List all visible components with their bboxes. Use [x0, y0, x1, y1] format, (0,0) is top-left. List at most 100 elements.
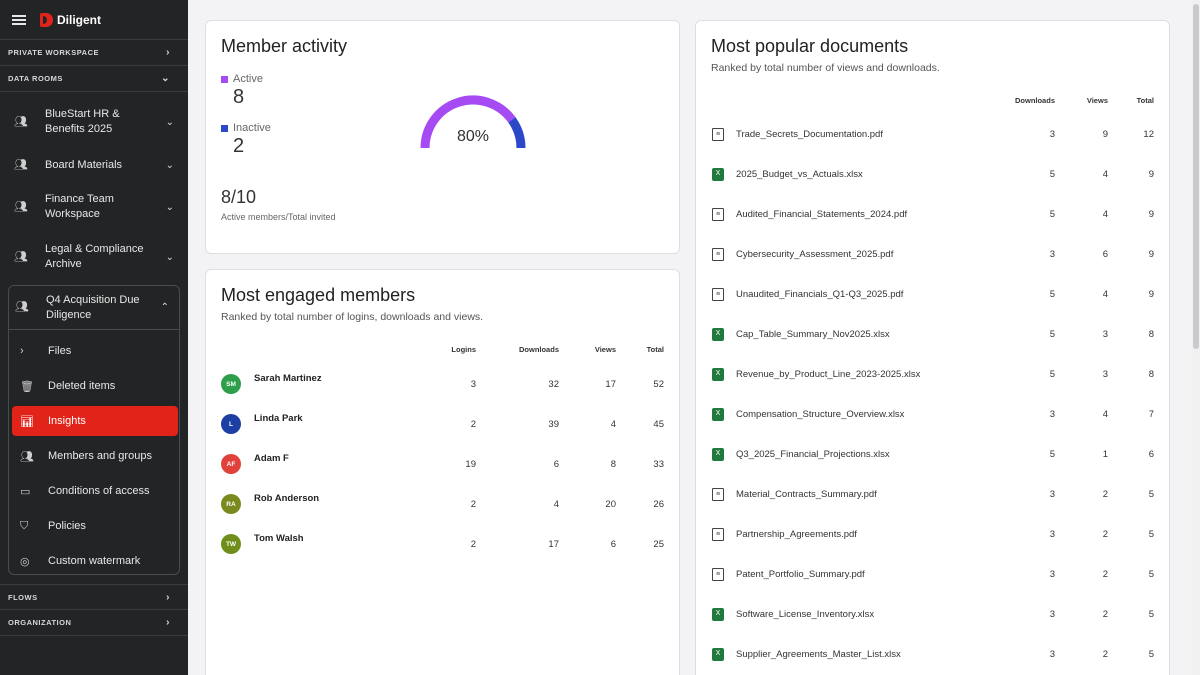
- section-private-workspace[interactable]: PRIVATE WORKSPACE ›: [0, 40, 188, 66]
- document-name[interactable]: Revenue_by_Product_Line_2023-2025.xlsx: [736, 369, 920, 380]
- users-icon: 👥︎: [20, 450, 34, 463]
- gauge-percent: 80%: [457, 128, 490, 145]
- document-name[interactable]: Trade_Secrets_Documentation.pdf: [736, 129, 883, 140]
- cell-total: 7: [1148, 409, 1154, 420]
- cell-downloads: 5: [1049, 169, 1055, 180]
- document-name[interactable]: Cybersecurity_Assessment_2025.pdf: [736, 249, 893, 260]
- section-label: DATA ROOMS: [8, 74, 63, 83]
- cell-downloads: 5: [1049, 289, 1055, 300]
- avatar: SM: [221, 374, 241, 394]
- card-title: Most engaged members: [221, 285, 416, 305]
- active-room-panel: 👥︎ Q4 Acquisition Due Diligence ⌃ › File…: [8, 285, 180, 575]
- excel-file-icon: X: [712, 368, 724, 381]
- active-label: Active: [233, 73, 263, 85]
- section-data-rooms[interactable]: DATA ROOMS ⌄: [0, 66, 188, 92]
- col-header-total[interactable]: Total: [1137, 96, 1154, 105]
- document-name[interactable]: 2025_Budget_vs_Actuals.xlsx: [736, 169, 863, 180]
- excel-file-icon: X: [712, 608, 724, 621]
- cell-downloads: 5: [1049, 369, 1055, 380]
- subnav-conditions-access[interactable]: ▭ Conditions of access: [12, 476, 178, 506]
- chevron-down-icon[interactable]: ⌄: [166, 200, 174, 215]
- diligent-logo-icon: [40, 12, 53, 27]
- pdf-file-icon: ≡: [712, 248, 724, 261]
- cell-total: 9: [1148, 289, 1154, 300]
- cell-views: 1: [1102, 449, 1108, 460]
- active-count: 8: [233, 86, 245, 108]
- inactive-swatch: [221, 124, 228, 132]
- active-legend: Active 8: [221, 73, 263, 109]
- cell-views: 6: [1102, 249, 1108, 260]
- sidebar-room-q4-acquisition[interactable]: 👥︎ Q4 Acquisition Due Diligence ⌃: [9, 286, 179, 330]
- diligent-logo[interactable]: Diligent: [40, 12, 101, 27]
- chevron-up-icon[interactable]: ⌃: [161, 300, 169, 315]
- cell-views: 2: [1102, 569, 1108, 580]
- document-name[interactable]: Unaudited_Financials_Q1-Q3_2025.pdf: [736, 289, 903, 300]
- chevron-down-icon[interactable]: ⌄: [166, 115, 174, 130]
- cell-views: 4: [1102, 169, 1108, 180]
- document-name[interactable]: Patent_Portfolio_Summary.pdf: [736, 569, 865, 580]
- sidebar-room-bluestart[interactable]: 👥︎ BlueStart HR & Benefits 2025 ⌄: [0, 107, 188, 137]
- card-subtitle: Ranked by total number of views and down…: [711, 62, 940, 74]
- cell-views: 2: [1102, 489, 1108, 500]
- col-header-views[interactable]: Views: [595, 345, 616, 354]
- users-icon: 👥︎: [14, 158, 28, 171]
- document-name[interactable]: Compensation_Structure_Overview.xlsx: [736, 409, 904, 420]
- section-flows[interactable]: FLOWS ›: [0, 584, 188, 610]
- subnav-files[interactable]: › Files: [12, 336, 178, 366]
- avatar: RA: [221, 494, 241, 514]
- cell-total: 5: [1148, 649, 1154, 660]
- chevron-down-icon[interactable]: ⌄: [166, 250, 174, 265]
- cell-total: 26: [653, 499, 664, 510]
- cell-logins: 2: [470, 539, 476, 550]
- cell-total: 8: [1148, 369, 1154, 380]
- sidebar-room-finance-team[interactable]: 👥︎ Finance Team Workspace ⌄: [0, 192, 188, 222]
- subnav-deleted-items[interactable]: 🗑︎ Deleted items: [12, 371, 178, 401]
- cell-downloads: 39: [548, 419, 559, 430]
- subnav-label: Files: [48, 345, 72, 357]
- member-name: Adam F: [254, 453, 289, 464]
- col-header-downloads[interactable]: Downloads: [1015, 96, 1055, 105]
- sidebar-room-legal-compliance[interactable]: 👥︎ Legal & Compliance Archive ⌄: [0, 242, 188, 272]
- document-name[interactable]: Software_License_Inventory.xlsx: [736, 609, 874, 620]
- document-name[interactable]: Supplier_Agreements_Master_List.xlsx: [736, 649, 901, 660]
- subnav-label: Members and groups: [48, 450, 152, 462]
- chevron-down-icon[interactable]: ⌄: [166, 158, 174, 173]
- cell-total: 9: [1148, 209, 1154, 220]
- document-name[interactable]: Material_Contracts_Summary.pdf: [736, 489, 877, 500]
- cell-total: 5: [1148, 489, 1154, 500]
- cell-views: 17: [605, 379, 616, 390]
- cell-downloads: 5: [1049, 449, 1055, 460]
- subnav-custom-watermark[interactable]: ◎ Custom watermark: [12, 546, 178, 576]
- bar-chart-icon: 📊︎: [20, 415, 34, 428]
- page-scrollbar[interactable]: [1192, 0, 1200, 675]
- col-header-logins[interactable]: Logins: [451, 345, 476, 354]
- col-header-total[interactable]: Total: [647, 345, 664, 354]
- col-header-downloads[interactable]: Downloads: [519, 345, 559, 354]
- excel-file-icon: X: [712, 648, 724, 661]
- pdf-file-icon: ≡: [712, 528, 724, 541]
- cell-total: 8: [1148, 329, 1154, 340]
- excel-file-icon: X: [712, 168, 724, 181]
- excel-file-icon: X: [712, 328, 724, 341]
- subnav-policies[interactable]: ⛉ Policies: [12, 511, 178, 541]
- subnav-members-groups[interactable]: 👥︎ Members and groups: [12, 441, 178, 471]
- document-name[interactable]: Cap_Table_Summary_Nov2025.xlsx: [736, 329, 890, 340]
- cell-views: 9: [1102, 129, 1108, 140]
- subnav-insights[interactable]: 📊︎ Insights: [12, 406, 178, 436]
- document-name[interactable]: Audited_Financial_Statements_2024.pdf: [736, 209, 907, 220]
- document-name[interactable]: Partnership_Agreements.pdf: [736, 529, 857, 540]
- document-icon: ▭: [20, 485, 31, 498]
- hamburger-menu-icon[interactable]: [12, 14, 26, 25]
- sidebar-room-board-materials[interactable]: 👥︎ Board Materials ⌄: [0, 157, 188, 173]
- document-name[interactable]: Q3_2025_Financial_Projections.xlsx: [736, 449, 890, 460]
- col-header-views[interactable]: Views: [1087, 96, 1108, 105]
- cell-total: 33: [653, 459, 664, 470]
- cell-total: 52: [653, 379, 664, 390]
- scrollbar-thumb[interactable]: [1193, 4, 1199, 349]
- section-organization[interactable]: ORGANIZATION ›: [0, 610, 188, 636]
- excel-file-icon: X: [712, 408, 724, 421]
- cell-logins: 2: [470, 499, 476, 510]
- cell-total: 5: [1148, 529, 1154, 540]
- popular-documents-card: Most popular documents Ranked by total n…: [695, 20, 1170, 675]
- shield-icon: ⛉: [20, 519, 29, 532]
